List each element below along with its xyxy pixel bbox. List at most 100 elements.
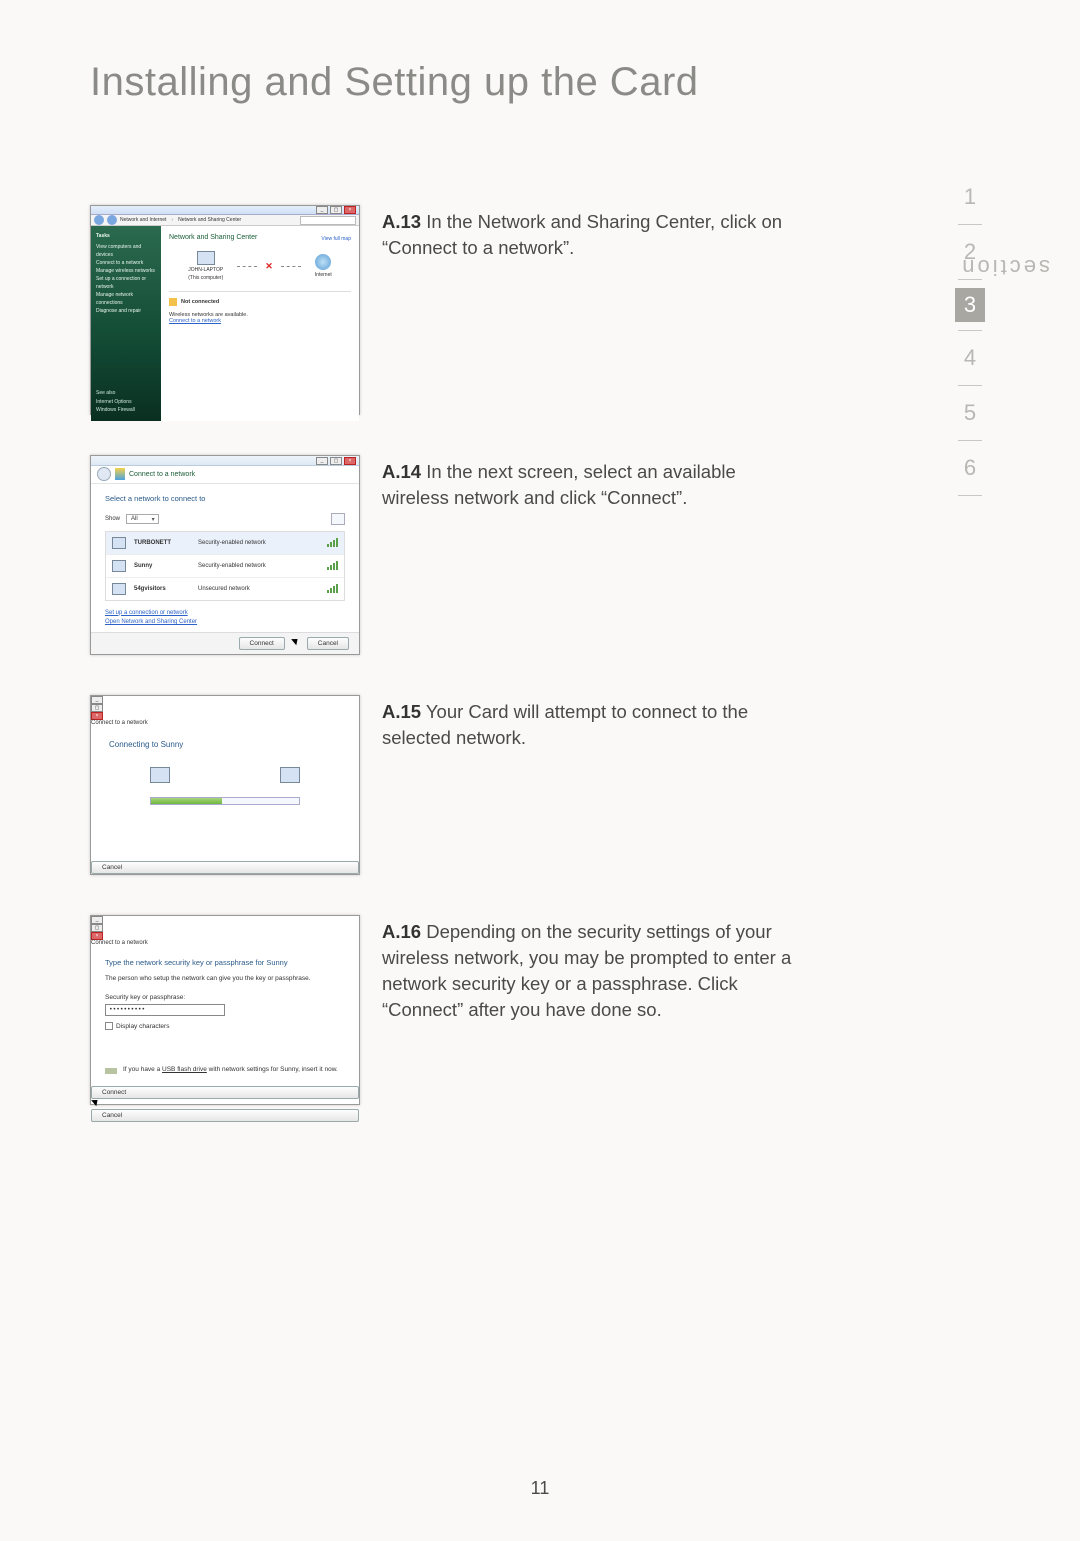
see-also-heading: See also	[96, 389, 156, 398]
internet-icon: Internet	[315, 254, 332, 278]
network-list: TURBONETT Security-enabled network Sunny…	[105, 531, 345, 601]
nav-divider	[958, 495, 982, 496]
window-titlebar: _ ▢ ×	[91, 696, 359, 720]
task-link[interactable]: Manage network connections	[96, 291, 156, 307]
connecting-animation	[150, 767, 300, 783]
close-button[interactable]: ×	[91, 932, 103, 940]
step-label: A.15	[382, 701, 421, 722]
task-link[interactable]: View computers and devices	[96, 243, 156, 259]
task-link[interactable]: Diagnose and repair	[96, 307, 156, 315]
section-link-3-active[interactable]: 3	[955, 288, 985, 322]
signal-icon	[327, 584, 338, 593]
forward-button[interactable]	[107, 215, 117, 225]
connection-line	[237, 266, 257, 267]
signal-icon	[327, 538, 338, 547]
network-item[interactable]: Sunny Security-enabled network	[106, 555, 344, 578]
usb-flash-drive-link[interactable]: USB flash drive	[162, 1066, 207, 1073]
open-sharing-center-link[interactable]: Open Network and Sharing Center	[105, 618, 345, 628]
setup-connection-link[interactable]: Set up a connection or network	[105, 609, 345, 619]
window-titlebar: _ ▢ ×	[91, 916, 359, 940]
cancel-button[interactable]: Cancel	[91, 861, 359, 874]
network-name: Sunny	[134, 563, 190, 569]
search-input[interactable]	[300, 216, 356, 225]
dialog-footer: Connect Cancel	[91, 632, 359, 654]
step-label: A.13	[382, 211, 421, 232]
see-also-link[interactable]: Windows Firewall	[96, 406, 156, 415]
display-characters-checkbox[interactable]: Display characters	[105, 1022, 345, 1030]
computer-icon	[197, 251, 215, 265]
view-full-map-link[interactable]: View full map	[321, 236, 351, 242]
task-link[interactable]: Manage wireless networks	[96, 267, 156, 275]
step-a13: _ ▢ × Network and Internet › Network and…	[90, 205, 800, 415]
step-body: Your Card will attempt to connect to the…	[382, 701, 748, 748]
close-button[interactable]: ×	[344, 206, 356, 214]
maximize-button[interactable]: ▢	[91, 924, 103, 932]
passphrase-prompt: Type the network security key or passphr…	[105, 958, 345, 967]
dialog-footer: Cancel	[91, 861, 359, 874]
close-button[interactable]: ×	[91, 712, 103, 720]
task-link[interactable]: Connect to a network	[96, 259, 156, 267]
breadcrumb-item[interactable]: Network and Sharing Center	[178, 217, 241, 223]
progress-bar	[150, 797, 300, 805]
step-body: Depending on the security settings of yo…	[382, 921, 791, 1020]
window-titlebar: _ ▢ ×	[91, 206, 359, 215]
connect-button[interactable]: Connect	[91, 1086, 359, 1099]
section-label: section	[959, 254, 1050, 280]
section-link-1[interactable]: 1	[940, 170, 1000, 224]
step-a14: _ ▢ × Connect to a network Select a netw…	[90, 455, 800, 655]
connection-line	[281, 266, 301, 267]
refresh-button[interactable]	[331, 513, 345, 525]
tasks-heading: Tasks	[96, 232, 156, 240]
screenshot-enter-passphrase: _ ▢ × Connect to a network Type the netw…	[90, 915, 360, 1105]
connection-status: Not connected Wireless networks are avai…	[169, 291, 351, 324]
section-link-5[interactable]: 5	[940, 386, 1000, 440]
wifi-icon	[112, 560, 126, 572]
cancel-button[interactable]: Cancel	[91, 1109, 359, 1122]
network-item[interactable]: TURBONETT Security-enabled network	[106, 532, 344, 555]
show-dropdown[interactable]: All	[126, 514, 159, 524]
passphrase-input[interactable]: ••••••••••	[105, 1004, 225, 1016]
section-navigator: 1 2 3 4 5 6	[940, 170, 1000, 496]
computer-icon	[150, 767, 170, 783]
minimize-button[interactable]: _	[91, 696, 103, 704]
breadcrumb-item[interactable]: Network and Internet	[120, 217, 166, 223]
minimize-button[interactable]: _	[91, 916, 103, 924]
section-link-4[interactable]: 4	[940, 331, 1000, 385]
network-type: Security-enabled network	[198, 563, 319, 569]
cancel-button[interactable]: Cancel	[307, 637, 349, 650]
dialog-footer: Connect Cancel	[91, 1086, 359, 1122]
step-a15: _ ▢ × Connect to a network Connecting to…	[90, 695, 800, 875]
task-link[interactable]: Set up a connection or network	[96, 275, 156, 291]
section-link-6[interactable]: 6	[940, 441, 1000, 495]
minimize-button[interactable]: _	[316, 206, 328, 214]
network-name: TURBONETT	[134, 540, 190, 546]
see-also-link[interactable]: Internet Options	[96, 398, 156, 407]
maximize-button[interactable]: ▢	[330, 457, 342, 465]
manual-page: Installing and Setting up the Card 1 2 3…	[0, 0, 1080, 1541]
not-connected-text: Not connected	[181, 299, 219, 305]
connect-button[interactable]: Connect	[239, 637, 285, 650]
show-label: Show	[105, 516, 120, 522]
maximize-button[interactable]: ▢	[91, 704, 103, 712]
maximize-button[interactable]: ▢	[330, 206, 342, 214]
globe-icon	[315, 254, 331, 270]
network-type: Security-enabled network	[198, 540, 319, 546]
pc-sub: (This computer)	[188, 275, 223, 281]
passphrase-hint: The person who setup the network can giv…	[105, 975, 345, 982]
back-button[interactable]	[97, 467, 111, 481]
close-button[interactable]: ×	[344, 457, 356, 465]
screenshot-connect-to-network: _ ▢ × Connect to a network Select a netw…	[90, 455, 360, 655]
checkbox-label: Display characters	[116, 1023, 169, 1030]
passphrase-label: Security key or passphrase:	[105, 994, 345, 1001]
screenshot-connecting: _ ▢ × Connect to a network Connecting to…	[90, 695, 360, 875]
minimize-button[interactable]: _	[316, 457, 328, 465]
window-titlebar: _ ▢ ×	[91, 456, 359, 466]
back-button[interactable]	[94, 215, 104, 225]
step-label: A.14	[382, 461, 421, 482]
network-type: Unsecured network	[198, 586, 319, 592]
connecting-text: Connecting to Sunny	[109, 740, 341, 749]
connect-to-network-link[interactable]: Connect to a network	[169, 318, 351, 324]
warning-icon	[169, 298, 177, 306]
step-text: A.15 Your Card will attempt to connect t…	[382, 695, 800, 751]
network-item[interactable]: 54gvisitors Unsecured network	[106, 578, 344, 600]
